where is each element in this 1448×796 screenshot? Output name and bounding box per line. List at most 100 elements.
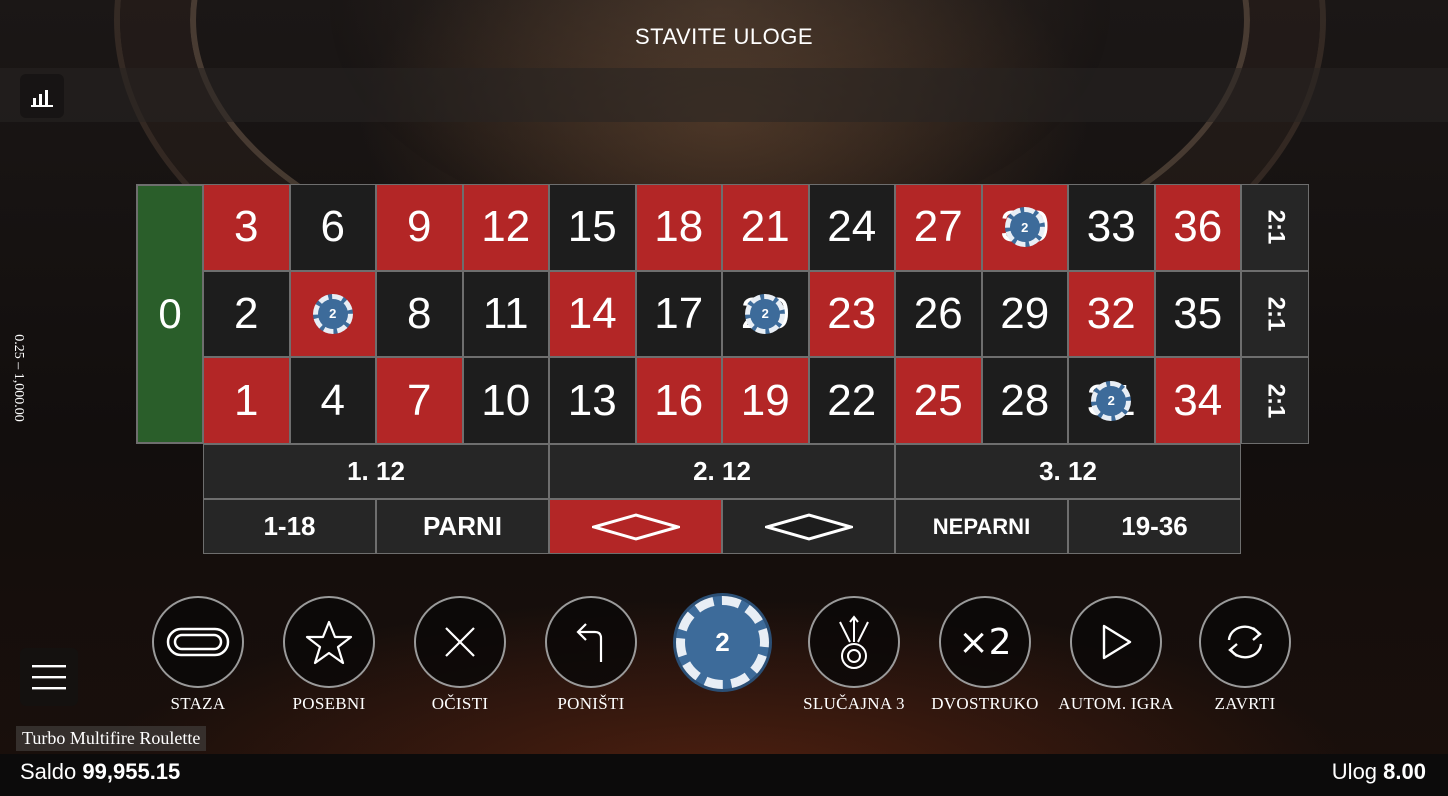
- undo-icon: [576, 623, 603, 662]
- stake-value: 8.00: [1383, 759, 1426, 784]
- red-diamond-icon: [591, 512, 680, 541]
- bet-odd[interactable]: NEPARNI: [895, 499, 1068, 554]
- bet-number-19[interactable]: 19: [722, 357, 809, 444]
- double-label: DVOSTRUKO: [931, 694, 1039, 713]
- bet-number-32[interactable]: 32: [1068, 270, 1155, 358]
- bet-number-16[interactable]: 16: [635, 357, 722, 444]
- bet-number-35[interactable]: 35: [1154, 270, 1241, 358]
- bet-number-12[interactable]: 12: [462, 184, 549, 271]
- random-bet-button[interactable]: SLUČAJNA 3: [803, 596, 905, 714]
- bet-number-18[interactable]: 18: [635, 184, 722, 271]
- bet-number-21[interactable]: 21: [722, 184, 809, 271]
- bet-dozen-2[interactable]: 2. 12: [549, 444, 895, 499]
- double-ring: ×2: [939, 596, 1031, 688]
- random-icon: [839, 615, 869, 669]
- spin-ring: [1199, 596, 1291, 688]
- special-bets-button[interactable]: POSEBNI: [283, 596, 375, 714]
- bet-number-6[interactable]: 6: [289, 184, 376, 271]
- number-grid: 3691215182124273023336252811141720223262…: [203, 184, 1241, 444]
- bet-number-34[interactable]: 34: [1154, 357, 1241, 444]
- bet-low[interactable]: 1-18: [203, 499, 376, 554]
- page-title: STAVITE ULOGE: [634, 24, 814, 49]
- double-button[interactable]: ×2 DVOSTRUKO: [931, 596, 1038, 714]
- special-label: POSEBNI: [292, 694, 366, 713]
- statistics-button[interactable]: [20, 74, 64, 118]
- column-bet-label: 2:1: [1262, 383, 1289, 418]
- bet-red[interactable]: [549, 499, 722, 554]
- bet-number-23[interactable]: 23: [808, 270, 895, 358]
- autoplay-ring: [1070, 596, 1162, 688]
- balance: Saldo 99,955.15: [20, 759, 180, 785]
- bar-chart-icon: [31, 90, 53, 107]
- random-label: SLUČAJNA 3: [803, 694, 905, 713]
- bet-number-4[interactable]: 4: [289, 357, 376, 444]
- bet-number-31[interactable]: 312: [1068, 357, 1155, 444]
- bet-number-26[interactable]: 26: [895, 270, 982, 358]
- bet-number-9[interactable]: 9: [376, 184, 463, 271]
- clear-label: OČISTI: [431, 694, 489, 713]
- placed-chip: 2: [1004, 207, 1045, 248]
- hamburger-icon: [32, 665, 66, 690]
- clear-button[interactable]: OČISTI: [414, 596, 506, 714]
- racetrack-button[interactable]: STAZA: [152, 596, 244, 714]
- spin-label: ZAVRTI: [1214, 694, 1276, 713]
- bet-number-33[interactable]: 33: [1068, 184, 1155, 271]
- bet-number-24[interactable]: 24: [808, 184, 895, 271]
- undo-label: PONIŠTI: [557, 694, 625, 713]
- column-bet-bottom[interactable]: 2:1: [1241, 357, 1309, 444]
- menu-button[interactable]: [20, 648, 78, 706]
- spin-button[interactable]: ZAVRTI: [1199, 596, 1291, 714]
- bet-black[interactable]: [722, 499, 895, 554]
- bet-high[interactable]: 19-36: [1068, 499, 1241, 554]
- placed-chip: 2: [745, 293, 786, 334]
- special-ring: [283, 596, 375, 688]
- autoplay-button[interactable]: AUTOM. IGRA: [1058, 596, 1173, 714]
- autoplay-icon: [1102, 624, 1132, 660]
- undo-button[interactable]: PONIŠTI: [545, 596, 637, 714]
- stake-label: Ulog: [1331, 759, 1378, 784]
- bet-even[interactable]: PARNI: [376, 499, 549, 554]
- placed-chip: 2: [312, 293, 353, 334]
- bet-number-36[interactable]: 36: [1154, 184, 1241, 271]
- racetrack-icon: [166, 627, 230, 657]
- bet-number-5[interactable]: 52: [289, 270, 376, 358]
- close-icon: [445, 627, 475, 657]
- placed-chip: 2: [1091, 380, 1132, 421]
- bet-number-29[interactable]: 29: [981, 270, 1068, 358]
- column-bet-label: 2:1: [1262, 209, 1289, 245]
- black-diamond-icon: [764, 512, 853, 541]
- bet-number-22[interactable]: 22: [808, 357, 895, 444]
- balance-value: 99,955.15: [82, 759, 181, 784]
- bet-number-15[interactable]: 15: [549, 184, 636, 271]
- bet-number-7[interactable]: 7: [376, 357, 463, 444]
- racetrack-ring: [152, 596, 244, 688]
- bet-number-25[interactable]: 25: [895, 357, 982, 444]
- column-bet-top[interactable]: 2:1: [1241, 184, 1309, 271]
- bet-dozen-1[interactable]: 1. 12: [203, 444, 549, 499]
- bet-number-3[interactable]: 3: [203, 184, 290, 271]
- top-bar: [0, 68, 1448, 122]
- bet-number-17[interactable]: 17: [635, 270, 722, 358]
- column-bet-middle[interactable]: 2:1: [1241, 270, 1309, 358]
- game-name: Turbo Multifire Roulette: [16, 726, 207, 751]
- bet-number-27[interactable]: 27: [895, 184, 982, 271]
- bet-dozen-3[interactable]: 3. 12: [895, 444, 1241, 499]
- bet-number-28[interactable]: 28: [981, 357, 1068, 444]
- stake: Ulog 8.00: [1332, 759, 1426, 785]
- bet-number-1[interactable]: 1: [203, 357, 290, 444]
- balance-label: Saldo: [20, 759, 77, 784]
- random-ring: [808, 596, 900, 688]
- bet-number-11[interactable]: 11: [462, 270, 549, 358]
- bet-zero[interactable]: 0: [136, 184, 204, 444]
- bet-number-14[interactable]: 14: [549, 270, 636, 358]
- bet-number-13[interactable]: 13: [549, 357, 636, 444]
- bet-number-8[interactable]: 8: [376, 270, 463, 358]
- bet-number-20[interactable]: 202: [722, 270, 809, 358]
- chip-selector[interactable]: 2: [676, 596, 769, 689]
- bet-number-30[interactable]: 302: [981, 184, 1068, 271]
- undo-ring: [545, 596, 637, 688]
- bet-number-10[interactable]: 10: [462, 357, 549, 444]
- column-bet-label: 2:1: [1262, 296, 1289, 332]
- bet-number-2[interactable]: 2: [203, 270, 290, 358]
- spin-icon: [1227, 625, 1263, 659]
